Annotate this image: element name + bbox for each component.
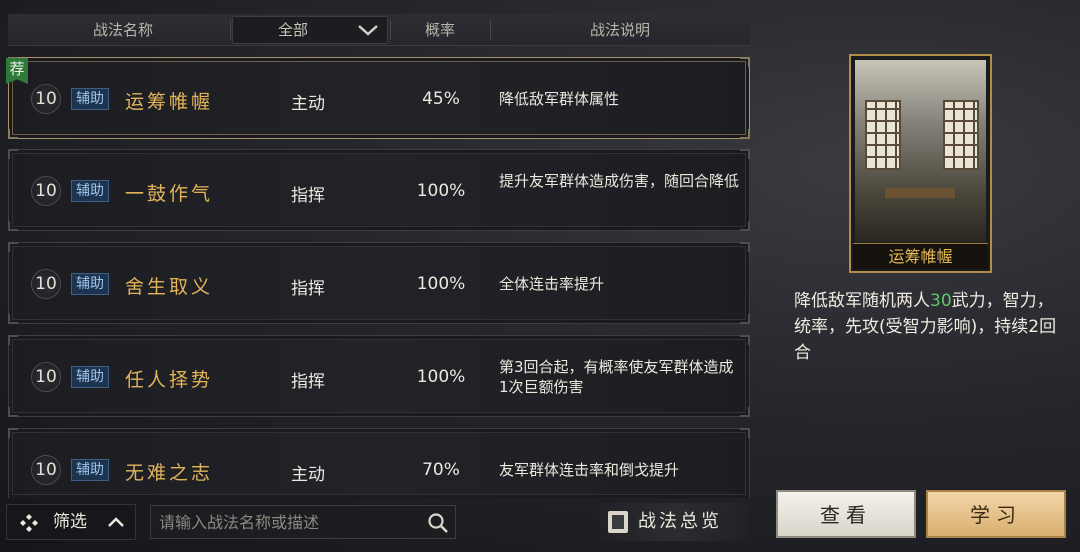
skill-type: 指挥 <box>291 372 325 392</box>
header-description: 战法说明 <box>589 21 650 39</box>
skill-level: 10 <box>31 455 61 485</box>
overview-label: 战法总览 <box>638 511 722 532</box>
skill-type: 指挥 <box>291 186 325 206</box>
skill-level: 10 <box>31 176 61 206</box>
book-icon <box>608 511 628 533</box>
skill-description: 提升友军群体造成伤害，随回合降低 <box>499 172 740 190</box>
search-input[interactable] <box>159 506 419 538</box>
skill-row[interactable]: 10 辅助 运筹帷幄 主动 45% 降低敌军群体属性 <box>8 57 750 139</box>
magnifier-icon[interactable] <box>427 512 449 534</box>
skill-card-title: 运筹帷幄 <box>853 243 988 269</box>
skill-row[interactable]: 10 辅助 无难之志 主动 70% 友军群体连击率和倒戈提升 <box>8 428 750 498</box>
skill-name: 舍生取义 <box>125 276 214 298</box>
skill-rate: 70% <box>422 460 460 480</box>
skill-type: 主动 <box>291 94 325 114</box>
filter-label: 筛选 <box>53 512 87 532</box>
skill-category-badge: 辅助 <box>71 273 109 295</box>
type-filter-value: 全部 <box>277 21 308 39</box>
four-diamonds-icon <box>20 514 38 532</box>
view-button[interactable]: 查看 <box>776 490 916 538</box>
skill-category-badge: 辅助 <box>71 180 109 202</box>
skill-description: 降低敌军群体属性 <box>499 90 620 108</box>
skill-rate: 100% <box>416 367 466 387</box>
skill-row[interactable]: 10 辅助 舍生取义 指挥 100% 全体连击率提升 <box>8 242 750 324</box>
skill-description: 友军群体连击率和倒戈提升 <box>499 461 680 479</box>
filter-button[interactable]: 筛选 <box>6 504 136 540</box>
skill-rate: 100% <box>416 274 466 294</box>
search-field[interactable] <box>150 505 456 539</box>
skill-category-badge: 辅助 <box>71 366 109 388</box>
skill-name: 运筹帷幄 <box>125 91 214 113</box>
skill-detail-description: 降低敌军随机两人30武力，智力，统率，先攻(受智力影响)，持续2回合 <box>794 288 1064 366</box>
skill-description: 全体连击率提升 <box>499 275 605 293</box>
header-skill-name: 战法名称 <box>92 21 153 39</box>
skill-category-badge: 辅助 <box>71 459 109 481</box>
header-rate: 概率 <box>424 21 455 39</box>
skill-type: 指挥 <box>291 279 325 299</box>
skill-description: 第3回合起，有概率使友军群体造成1次巨额伤害 <box>499 358 734 396</box>
skill-name: 一鼓作气 <box>125 183 214 205</box>
skill-level: 10 <box>31 84 61 114</box>
skill-category-badge: 辅助 <box>71 88 109 110</box>
skill-level: 10 <box>31 362 61 392</box>
skill-name: 无难之志 <box>125 462 214 484</box>
skill-row[interactable]: 10 辅助 一鼓作气 指挥 100% 提升友军群体造成伤害，随回合降低 <box>8 149 750 231</box>
header-divider <box>230 20 231 40</box>
skill-level: 10 <box>31 269 61 299</box>
skill-card: 运筹帷幄 <box>849 54 992 273</box>
chevron-up-icon <box>108 517 124 527</box>
chevron-down-icon <box>358 25 378 36</box>
type-filter-dropdown[interactable]: 全部 <box>232 16 388 44</box>
desc-text: 降低敌军随机两人 <box>794 291 930 311</box>
skill-name: 任人择势 <box>125 369 214 391</box>
skill-rate: 100% <box>416 181 466 201</box>
skill-row[interactable]: 10 辅助 任人择势 指挥 100% 第3回合起，有概率使友军群体造成1次巨额伤… <box>8 335 750 417</box>
skill-illustration <box>855 60 986 245</box>
skill-rate: 45% <box>422 89 460 109</box>
list-header: 战法名称 全部 概率 战法说明 <box>8 14 750 46</box>
skill-overview-button[interactable]: 战法总览 <box>600 503 748 541</box>
desc-highlight-value: 30 <box>930 291 952 311</box>
learn-button[interactable]: 学习 <box>926 490 1066 538</box>
skill-type: 主动 <box>291 465 325 485</box>
